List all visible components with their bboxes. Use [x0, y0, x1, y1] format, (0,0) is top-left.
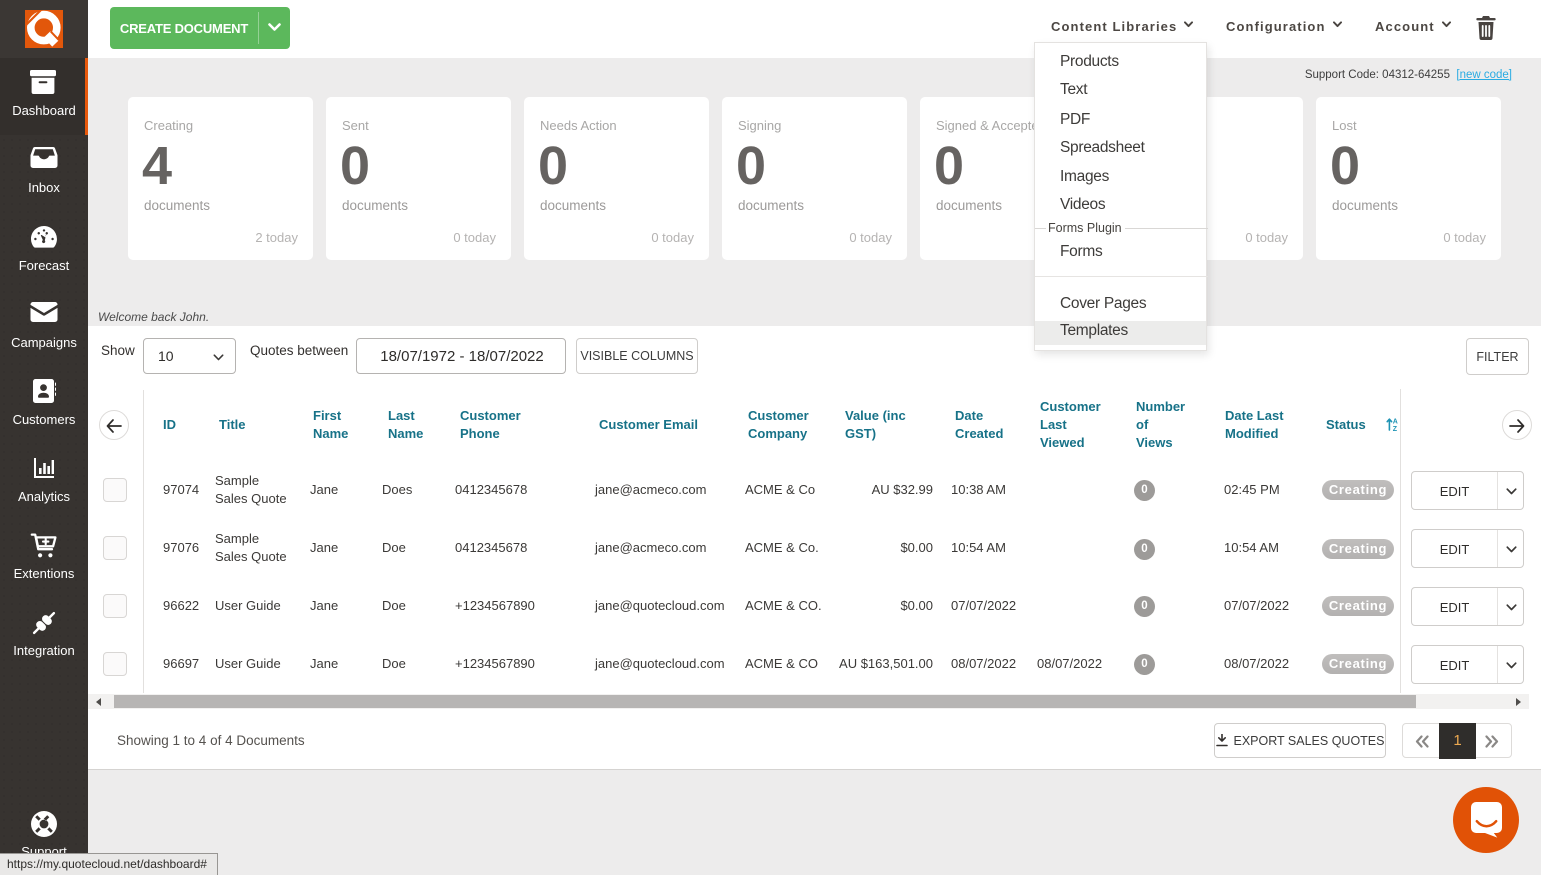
- svg-text:Z: Z: [1393, 426, 1398, 431]
- svg-text:A: A: [1393, 419, 1398, 426]
